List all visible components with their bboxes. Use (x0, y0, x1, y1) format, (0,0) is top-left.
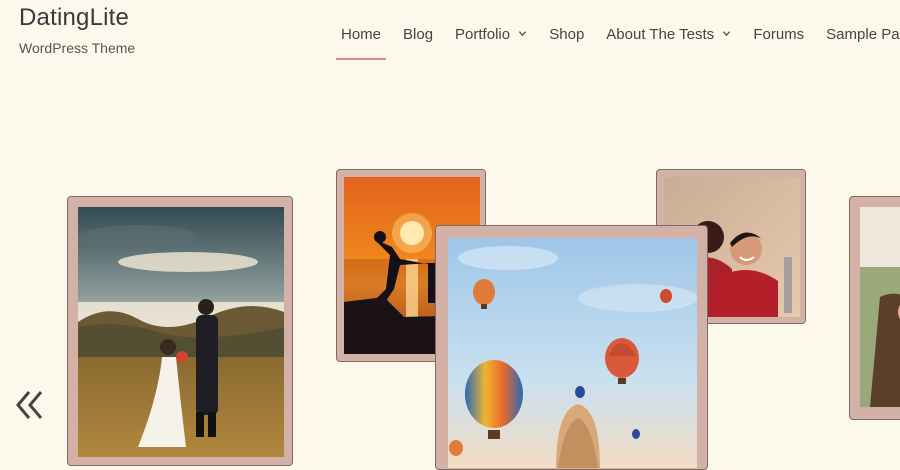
nav-item-shop[interactable]: Shop (538, 0, 595, 62)
nav-label: Forums (753, 26, 805, 43)
hot-air-balloons-photo (448, 238, 697, 468)
chevron-down-icon (519, 31, 527, 37)
nav-label: Portfolio (455, 26, 511, 43)
nav-label: About The Tests (606, 26, 715, 43)
photo-card-hot-air-balloons[interactable] (435, 225, 708, 470)
nav-label: Shop (549, 26, 585, 43)
double-chevron-left-icon[interactable] (14, 388, 46, 422)
site-tagline: WordPress Theme (19, 40, 136, 56)
portrait-photo (860, 207, 900, 407)
nav-label: Blog (403, 26, 434, 43)
nav-item-sample-page[interactable]: Sample Page (815, 0, 900, 62)
nav-item-blog[interactable]: Blog (392, 0, 444, 62)
photo-card-wedding-couple[interactable] (67, 196, 293, 466)
nav-item-about-the-tests[interactable]: About The Tests (595, 0, 742, 62)
nav-item-home[interactable]: Home (330, 0, 392, 62)
nav-label: Sample Page (826, 26, 900, 43)
nav-item-forums[interactable]: Forums (742, 0, 815, 62)
branding: DatingLite WordPress Theme (19, 4, 135, 56)
nav-item-portfolio[interactable]: Portfolio (444, 0, 538, 62)
wedding-couple-photo (78, 207, 284, 457)
main-nav: Home Blog Portfolio Shop About The Tests… (330, 0, 900, 62)
nav-label: Home (341, 26, 382, 43)
site-title[interactable]: DatingLite (19, 4, 135, 32)
chevron-down-icon (723, 31, 731, 37)
photo-card-partial-portrait[interactable] (849, 196, 900, 420)
